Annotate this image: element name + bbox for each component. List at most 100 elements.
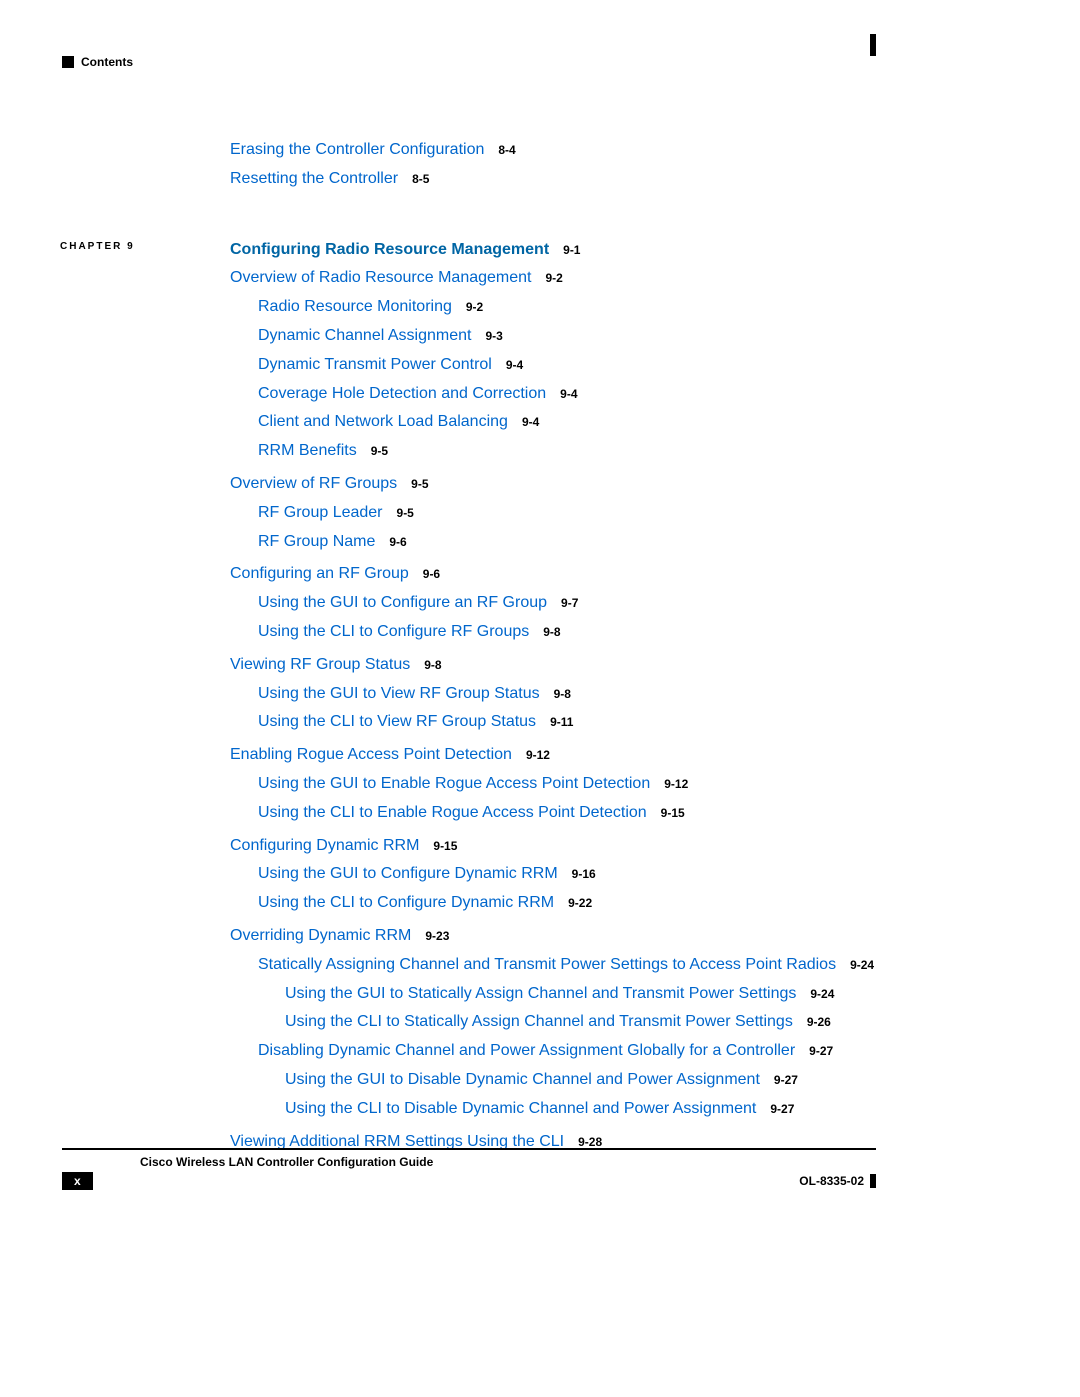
chapter-label: CHAPTER 9 xyxy=(60,240,230,253)
toc-link[interactable]: Viewing RF Group Status xyxy=(230,656,410,673)
toc-entry: Enabling Rogue Access Point Detection 9-1… xyxy=(60,745,880,766)
header-marker xyxy=(870,34,876,56)
toc-link[interactable]: Using the CLI to View RF Group Status xyxy=(258,713,536,730)
chapter-page: 9-1 xyxy=(563,243,580,257)
toc-link[interactable]: Client and Network Load Balancing xyxy=(258,413,508,430)
toc-entry: Using the CLI to Disable Dynamic Channel… xyxy=(60,1099,880,1120)
footer-doc-id: OL-8335-02 xyxy=(799,1174,864,1188)
toc-link[interactable]: Resetting the Controller xyxy=(230,170,398,187)
toc-page-number: 9-12 xyxy=(526,748,550,762)
toc-entry: Overview of RF Groups 9-5 xyxy=(60,474,880,495)
toc-link[interactable]: Configuring an RF Group xyxy=(230,565,409,582)
toc-entry: Using the GUI to Statically Assign Chann… xyxy=(60,984,880,1005)
toc-page-number: 9-15 xyxy=(433,839,457,853)
header-square-icon xyxy=(62,56,74,68)
chapter-title[interactable]: Configuring Radio Resource Management xyxy=(230,241,549,258)
toc-entry: Dynamic Transmit Power Control 9-4 xyxy=(60,355,880,376)
toc-entry: Using the CLI to Configure Dynamic RRM 9-… xyxy=(60,893,880,914)
toc-link[interactable]: RF Group Leader xyxy=(258,504,383,521)
toc-page-number: 9-5 xyxy=(411,477,428,491)
page-header: Contents xyxy=(62,55,133,69)
toc-link[interactable]: Dynamic Transmit Power Control xyxy=(258,356,492,373)
toc-page-number: 9-15 xyxy=(661,806,685,820)
toc-link[interactable]: Using the GUI to Configure Dynamic RRM xyxy=(258,865,558,882)
toc-entry: Using the CLI to View RF Group Status 9-1… xyxy=(60,712,880,733)
toc-link[interactable]: Viewing Additional RRM Settings Using th… xyxy=(230,1133,564,1150)
toc-entry: Viewing RF Group Status9-8 xyxy=(60,655,880,676)
toc-link[interactable]: Using the CLI to Statically Assign Chann… xyxy=(285,1013,793,1030)
toc-entry: Using the GUI to Configure an RF Group 9-… xyxy=(60,593,880,614)
toc-page-number: 9-8 xyxy=(543,625,560,639)
page-number: x xyxy=(62,1172,93,1190)
toc-link[interactable]: Overriding Dynamic RRM xyxy=(230,927,411,944)
pre-chapter-list: Erasing the Controller Configuration 8-4 R… xyxy=(60,140,880,190)
toc-page-number: 8-4 xyxy=(498,143,515,157)
toc-entry: Using the GUI to Configure Dynamic RRM 9-… xyxy=(60,864,880,885)
toc-link[interactable]: Using the CLI to Configure RF Groups xyxy=(258,623,529,640)
toc-entry: Client and Network Load Balancing 9-4 xyxy=(60,412,880,433)
toc-link[interactable]: Overview of Radio Resource Management xyxy=(230,269,531,286)
toc-entry: RF Group Leader 9-5 xyxy=(60,503,880,524)
toc-link[interactable]: RRM Benefits xyxy=(258,442,357,459)
page-content: Contents Erasing the Controller Configur… xyxy=(0,0,1080,1397)
toc-link[interactable]: Overview of RF Groups xyxy=(230,475,397,492)
toc-page-number: 9-5 xyxy=(397,506,414,520)
toc-page-number: 9-26 xyxy=(807,1015,831,1029)
toc-entry: Using the CLI to Enable Rogue Access Poi… xyxy=(60,803,880,824)
chapter-heading: CHAPTER 9Configuring Radio Resource Mana… xyxy=(60,240,880,261)
footer-doc-id-wrap: OL-8335-02 xyxy=(799,1172,876,1190)
toc-link[interactable]: Coverage Hole Detection and Correction xyxy=(258,385,546,402)
toc-entry: Resetting the Controller 8-5 xyxy=(60,169,880,190)
toc-page-number: 9-4 xyxy=(560,387,577,401)
toc-link[interactable]: Enabling Rogue Access Point Detection xyxy=(230,746,512,763)
toc-page-number: 9-6 xyxy=(423,567,440,581)
toc-link[interactable]: Disabling Dynamic Channel and Power Assi… xyxy=(258,1042,795,1059)
toc-page-number: 9-2 xyxy=(545,271,562,285)
toc-entry: Using the GUI to Disable Dynamic Channel… xyxy=(60,1070,880,1091)
toc-link[interactable]: Using the CLI to Enable Rogue Access Poi… xyxy=(258,804,647,821)
chapter-row-list: CHAPTER 9Configuring Radio Resource Mana… xyxy=(60,240,880,261)
toc-entry: Disabling Dynamic Channel and Power Assi… xyxy=(60,1041,880,1062)
toc-entry: Using the GUI to View RF Group Status 9-8 xyxy=(60,684,880,705)
toc-page-number: 9-7 xyxy=(561,596,578,610)
toc-link[interactable]: Erasing the Controller Configuration xyxy=(230,141,484,158)
toc-page-number: 9-24 xyxy=(810,987,834,1001)
toc-link[interactable]: Using the GUI to Enable Rogue Access Poi… xyxy=(258,775,650,792)
toc-link[interactable]: Statically Assigning Channel and Transmi… xyxy=(258,956,836,973)
toc-page-number: 9-3 xyxy=(485,329,502,343)
toc-page-number: 9-27 xyxy=(770,1102,794,1116)
footer-title: Cisco Wireless LAN Controller Configurat… xyxy=(140,1155,433,1169)
toc-page-number: 9-4 xyxy=(506,358,523,372)
toc-entry: Overriding Dynamic RRM9-23 xyxy=(60,926,880,947)
toc-entry: RF Group Name9-6 xyxy=(60,532,880,553)
toc-link[interactable]: Configuring Dynamic RRM xyxy=(230,837,419,854)
entries-list: Overview of Radio Resource Management 9-2… xyxy=(60,268,880,1152)
toc-link[interactable]: Radio Resource Monitoring xyxy=(258,298,452,315)
toc-link[interactable]: Using the GUI to View RF Group Status xyxy=(258,685,540,702)
toc-page-number: 8-5 xyxy=(412,172,429,186)
toc-page-number: 9-2 xyxy=(466,300,483,314)
toc-entry: Radio Resource Monitoring 9-2 xyxy=(60,297,880,318)
toc-page-number: 9-27 xyxy=(809,1044,833,1058)
toc-page-number: 9-4 xyxy=(522,415,539,429)
toc-page-number: 9-16 xyxy=(572,867,596,881)
toc-page-number: 9-8 xyxy=(554,687,571,701)
toc-content: Erasing the Controller Configuration 8-4 R… xyxy=(60,140,880,1160)
toc-page-number: 9-11 xyxy=(550,715,573,729)
toc-page-number: 9-5 xyxy=(371,444,388,458)
toc-page-number: 9-28 xyxy=(578,1135,602,1149)
toc-link[interactable]: Using the CLI to Configure Dynamic RRM xyxy=(258,894,554,911)
toc-link[interactable]: Using the GUI to Statically Assign Chann… xyxy=(285,985,796,1002)
toc-entry: Using the GUI to Enable Rogue Access Poi… xyxy=(60,774,880,795)
toc-entry: Configuring Dynamic RRM 9-15 xyxy=(60,836,880,857)
toc-link[interactable]: Dynamic Channel Assignment xyxy=(258,327,471,344)
toc-link[interactable]: Using the GUI to Disable Dynamic Channel… xyxy=(285,1071,760,1088)
toc-page-number: 9-22 xyxy=(568,896,592,910)
toc-link[interactable]: Using the GUI to Configure an RF Group xyxy=(258,594,547,611)
toc-link[interactable]: RF Group Name xyxy=(258,533,375,550)
toc-entry: Dynamic Channel Assignment 9-3 xyxy=(60,326,880,347)
footer-rule xyxy=(62,1148,876,1150)
header-label: Contents xyxy=(81,55,133,69)
toc-link[interactable]: Using the CLI to Disable Dynamic Channel… xyxy=(285,1100,756,1117)
toc-page-number: 9-27 xyxy=(774,1073,798,1087)
